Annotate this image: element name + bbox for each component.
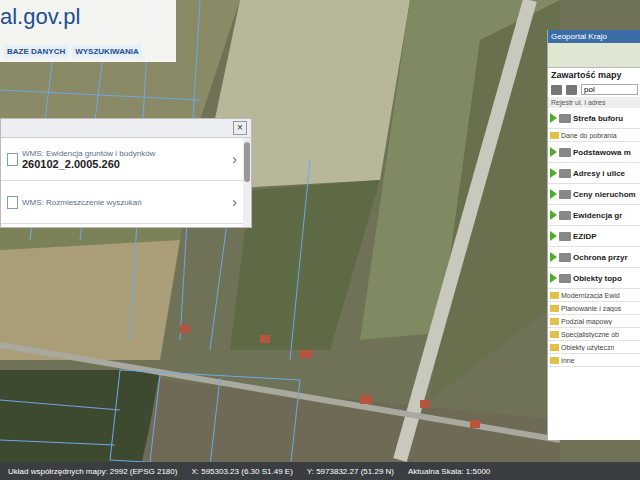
result-value: 260102_2.0005.260 (22, 158, 228, 170)
layer-row[interactable]: Podstawowa m (548, 142, 640, 163)
visibility-icon[interactable] (550, 147, 557, 157)
result-layer: WMS: Ewidencja gruntów i budynków (22, 149, 228, 158)
layer-row[interactable]: Strefa buforu (548, 108, 640, 129)
chevron-icon: › (232, 194, 237, 210)
layer-row[interactable]: Podział mapowy (548, 315, 640, 328)
geoportal-screen: al.gov.pl BAZE DANYCH WYSZUKIWANIA × WMS:… (0, 0, 640, 480)
site-logo[interactable]: al.gov.pl (0, 4, 172, 30)
layer-row[interactable]: Ceny nieruchom (548, 184, 640, 205)
server-icon (559, 169, 571, 178)
search-field[interactable]: pol (581, 84, 638, 95)
layer-row[interactable]: Ewidencja gr (548, 205, 640, 226)
scrollbar[interactable] (243, 138, 251, 227)
layers-icon[interactable] (551, 85, 562, 95)
list-header: Rejestr ul. i adres (548, 97, 640, 108)
server-icon (559, 211, 571, 220)
layer-row[interactable]: Modernizacja Ewid (548, 289, 640, 302)
folder-icon (550, 357, 559, 364)
site-header: al.gov.pl BAZE DANYCH WYSZUKIWANIA (0, 0, 176, 62)
visibility-icon[interactable] (550, 231, 557, 241)
visibility-icon[interactable] (550, 168, 557, 178)
section-title: Zawartość mapy (548, 68, 640, 82)
layer-row[interactable]: Obiekty topo (548, 268, 640, 289)
close-button[interactable]: × (233, 121, 247, 135)
chevron-icon: › (232, 151, 237, 167)
server-icon (559, 274, 571, 283)
server-icon (559, 114, 571, 123)
minimap[interactable] (548, 43, 640, 68)
document-icon (7, 153, 18, 166)
folder-icon (550, 305, 559, 312)
panel-title: Geoportal Krajo (548, 30, 640, 43)
status-item: Y: 5973832.27 (51.29 N) (307, 467, 394, 476)
result-layer: WMS: Rozmieszczenie wyszukań (22, 198, 228, 207)
layer-row[interactable]: Dane do pobrania (548, 129, 640, 142)
layer-row[interactable]: EZIDP (548, 226, 640, 247)
visibility-icon[interactable] (550, 273, 557, 283)
server-icon (559, 253, 571, 262)
visibility-icon[interactable] (550, 210, 557, 220)
satellite-map[interactable] (0, 0, 640, 480)
print-icon[interactable] (566, 85, 577, 95)
nav-bar: BAZE DANYCH WYSZUKIWANIA (0, 45, 172, 58)
folder-icon (550, 331, 559, 338)
result-item[interactable]: WMS: Rozmieszczenie wyszukań › (1, 181, 243, 224)
status-item: Układ współrzędnych mapy: 2992 (EPSG 218… (8, 467, 177, 476)
status-item: X: 595303.23 (6.30 S1.49 E) (191, 467, 292, 476)
layer-row[interactable]: Inne (548, 354, 640, 367)
layer-row[interactable]: Specjalistyczne ob (548, 328, 640, 341)
popup-header: × (1, 119, 251, 138)
server-icon (559, 190, 571, 199)
toolbar: pol (548, 82, 640, 97)
folder-icon (550, 132, 559, 139)
server-icon (559, 148, 571, 157)
identify-popup: × WMS: Ewidencja gruntów i budynków 2601… (0, 118, 252, 228)
layer-row[interactable]: Obiekty użyteczn (548, 341, 640, 354)
result-item[interactable]: WMS: Ewidencja gruntów i budynków 260102… (1, 138, 243, 181)
map-content-panel: Geoportal Krajo Zawartość mapy pol Rejes… (547, 30, 640, 440)
status-item: Aktualna Skala: 1:5000 (408, 467, 490, 476)
layer-row[interactable]: Planowanie i zagos (548, 302, 640, 315)
nav-item[interactable]: BAZE DANYCH (4, 45, 68, 58)
status-bar: Układ współrzędnych mapy: 2992 (EPSG 218… (0, 462, 640, 480)
visibility-icon[interactable] (550, 113, 557, 123)
document-icon (7, 196, 18, 209)
server-icon (559, 232, 571, 241)
layer-row[interactable]: Adresy i ulice (548, 163, 640, 184)
folder-icon (550, 292, 559, 299)
layer-row[interactable]: Ochrona przyr (548, 247, 640, 268)
folder-icon (550, 318, 559, 325)
nav-item[interactable]: WYSZUKIWANIA (72, 45, 142, 58)
visibility-icon[interactable] (550, 189, 557, 199)
visibility-icon[interactable] (550, 252, 557, 262)
folder-icon (550, 344, 559, 351)
